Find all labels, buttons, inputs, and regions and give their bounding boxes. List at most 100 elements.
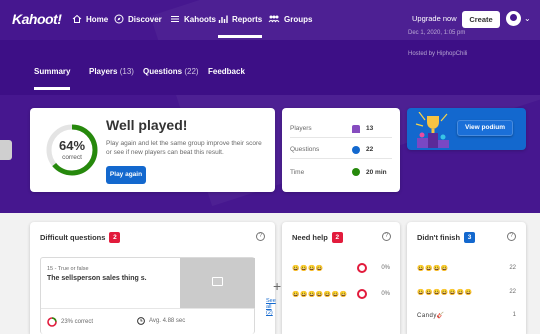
question-avg-text: Avg. 4.88 sec (149, 318, 186, 324)
trophy-podium-icon (415, 112, 449, 148)
nav-kahoots-label: Kahoots (184, 14, 216, 24)
nav-groups-label: Groups (284, 14, 313, 24)
list-icon (171, 16, 179, 22)
nav-discover[interactable]: Discover (114, 14, 162, 24)
didnt-finish-card: Didn't finish 3 ? 😀😀😀😀 22 😀😀😀😀😀😀😀 22 Can… (407, 222, 526, 334)
image-icon (212, 277, 223, 286)
summary-title: Well played! (106, 117, 188, 133)
hosted-by: Hosted by HiphopChili (408, 51, 468, 57)
stat-time-value: 20 min (366, 168, 387, 176)
difficult-questions-heading: Difficult questions (40, 233, 106, 242)
play-again-button[interactable]: Play again (106, 166, 146, 184)
podium-card[interactable]: View podium (407, 108, 526, 150)
nav-discover-label: Discover (128, 14, 162, 24)
stat-players-value: 13 (366, 125, 374, 132)
need-help-heading: Need help (292, 233, 328, 242)
tab-summary[interactable]: Summary (34, 67, 71, 90)
clock-icon (352, 168, 360, 176)
need-help-row[interactable]: 😀😀😀😀😀😀😀 0% (292, 288, 390, 300)
player-name: 😀😀😀😀😀😀😀 (417, 289, 473, 296)
player-score: 0% (381, 265, 390, 271)
see-all-link[interactable]: See all (2) (266, 298, 276, 316)
didnt-finish-row[interactable]: 😀😀😀😀 22 (417, 262, 516, 274)
correct-ring-icon (47, 317, 57, 327)
question-image-placeholder (180, 258, 255, 308)
difficult-question-card[interactable]: 15 - True or false The sellsperson sales… (40, 257, 255, 334)
question-text: The sellsperson sales thing s. (47, 275, 147, 282)
stat-time-label: Time (290, 168, 305, 176)
side-panel-toggle[interactable] (0, 140, 12, 160)
player-name: 😀😀😀😀 (292, 265, 324, 272)
difficult-count-badge: 2 (109, 232, 121, 243)
player-answered: 22 (509, 265, 516, 271)
tab-bar-background (0, 40, 540, 95)
score-ring-icon (357, 289, 367, 299)
nav-home-label: Home (86, 14, 109, 24)
player-score: 0% (381, 291, 390, 297)
help-icon[interactable]: ? (507, 232, 516, 241)
need-help-card: Need help 2 ? 😀😀😀😀 0% 😀😀😀😀😀😀😀 0% (282, 222, 400, 334)
tab-questions-count: (22) (184, 67, 199, 76)
need-help-title: Need help 2 (292, 232, 343, 243)
tab-players[interactable]: Players (13) (89, 67, 134, 76)
question-correct: 23% correct (47, 317, 93, 327)
stats-card: Players 13 Questions 22 Time 20 min (282, 108, 400, 192)
help-icon[interactable]: ? (256, 232, 265, 241)
people-icon (268, 15, 280, 23)
nav-kahoots[interactable]: Kahoots (170, 14, 216, 24)
create-button[interactable]: Create (462, 11, 500, 28)
tab-questions-label: Questions (143, 67, 183, 76)
nav-home[interactable]: Home (72, 14, 108, 24)
tab-feedback[interactable]: Feedback (208, 67, 245, 76)
question-correct-text: 23% correct (61, 319, 94, 325)
help-icon[interactable]: ? (382, 232, 391, 241)
tab-questions[interactable]: Questions (22) (143, 67, 199, 76)
player-name: 😀😀😀😀 (417, 265, 449, 272)
nav-groups[interactable]: Groups (268, 14, 312, 24)
nav-reports-label: Reports (232, 14, 263, 24)
stat-time: Time 20 min (290, 163, 392, 181)
didnt-finish-row[interactable]: 😀😀😀😀😀😀😀 22 (417, 286, 516, 298)
bar-chart-icon (218, 15, 228, 23)
stat-questions: Questions 22 (290, 141, 392, 159)
person-icon (352, 124, 360, 133)
question-type: 15 - True or false (47, 266, 89, 272)
score-ring-icon (357, 263, 367, 273)
player-name: 😀😀😀😀😀😀😀 (292, 291, 348, 298)
divider (41, 308, 254, 309)
player-answered: 1 (512, 312, 516, 318)
question-icon (352, 145, 360, 154)
upgrade-link[interactable]: Upgrade now (412, 14, 457, 23)
view-podium-button[interactable]: View podium (457, 120, 513, 136)
didnt-finish-title: Didn't finish 3 (417, 232, 476, 243)
chevron-down-icon[interactable]: ⌄ (524, 14, 531, 23)
difficult-questions-title: Difficult questions 2 (40, 232, 121, 243)
tab-summary-label: Summary (34, 67, 71, 76)
summary-text: Play again and let the same group improv… (106, 140, 262, 156)
question-avg-time: Avg. 4.88 sec (137, 317, 185, 325)
kahoot-logo[interactable]: Kahoot! (12, 11, 62, 27)
player-answered: 22 (509, 289, 516, 295)
avatar[interactable] (506, 11, 521, 26)
difficult-questions-card: Difficult questions 2 ? 15 - True or fal… (30, 222, 289, 334)
report-date: Dec 1, 2020, 1:05 pm (408, 30, 466, 36)
home-icon (72, 14, 82, 23)
didnt-finish-row[interactable]: Candy🎸 1 (417, 309, 516, 321)
correct-label: correct (62, 154, 82, 161)
clock-icon (137, 317, 145, 325)
stat-players-label: Players (290, 125, 312, 132)
need-help-row[interactable]: 😀😀😀😀 0% (292, 262, 390, 274)
stat-questions-label: Questions (290, 146, 320, 153)
didnt-finish-count-badge: 3 (464, 232, 476, 243)
stat-players: Players 13 (290, 120, 392, 138)
tab-feedback-label: Feedback (208, 67, 245, 76)
stat-questions-value: 22 (366, 146, 374, 153)
tab-players-label: Players (89, 67, 118, 76)
nav-reports[interactable]: Reports (218, 14, 263, 38)
compass-icon (114, 14, 124, 24)
correct-percent: 64% (58, 138, 86, 153)
player-name: Candy🎸 (417, 312, 445, 319)
need-help-count-badge: 2 (331, 232, 343, 243)
tab-players-count: (13) (119, 67, 134, 76)
didnt-finish-heading: Didn't finish (417, 233, 461, 242)
